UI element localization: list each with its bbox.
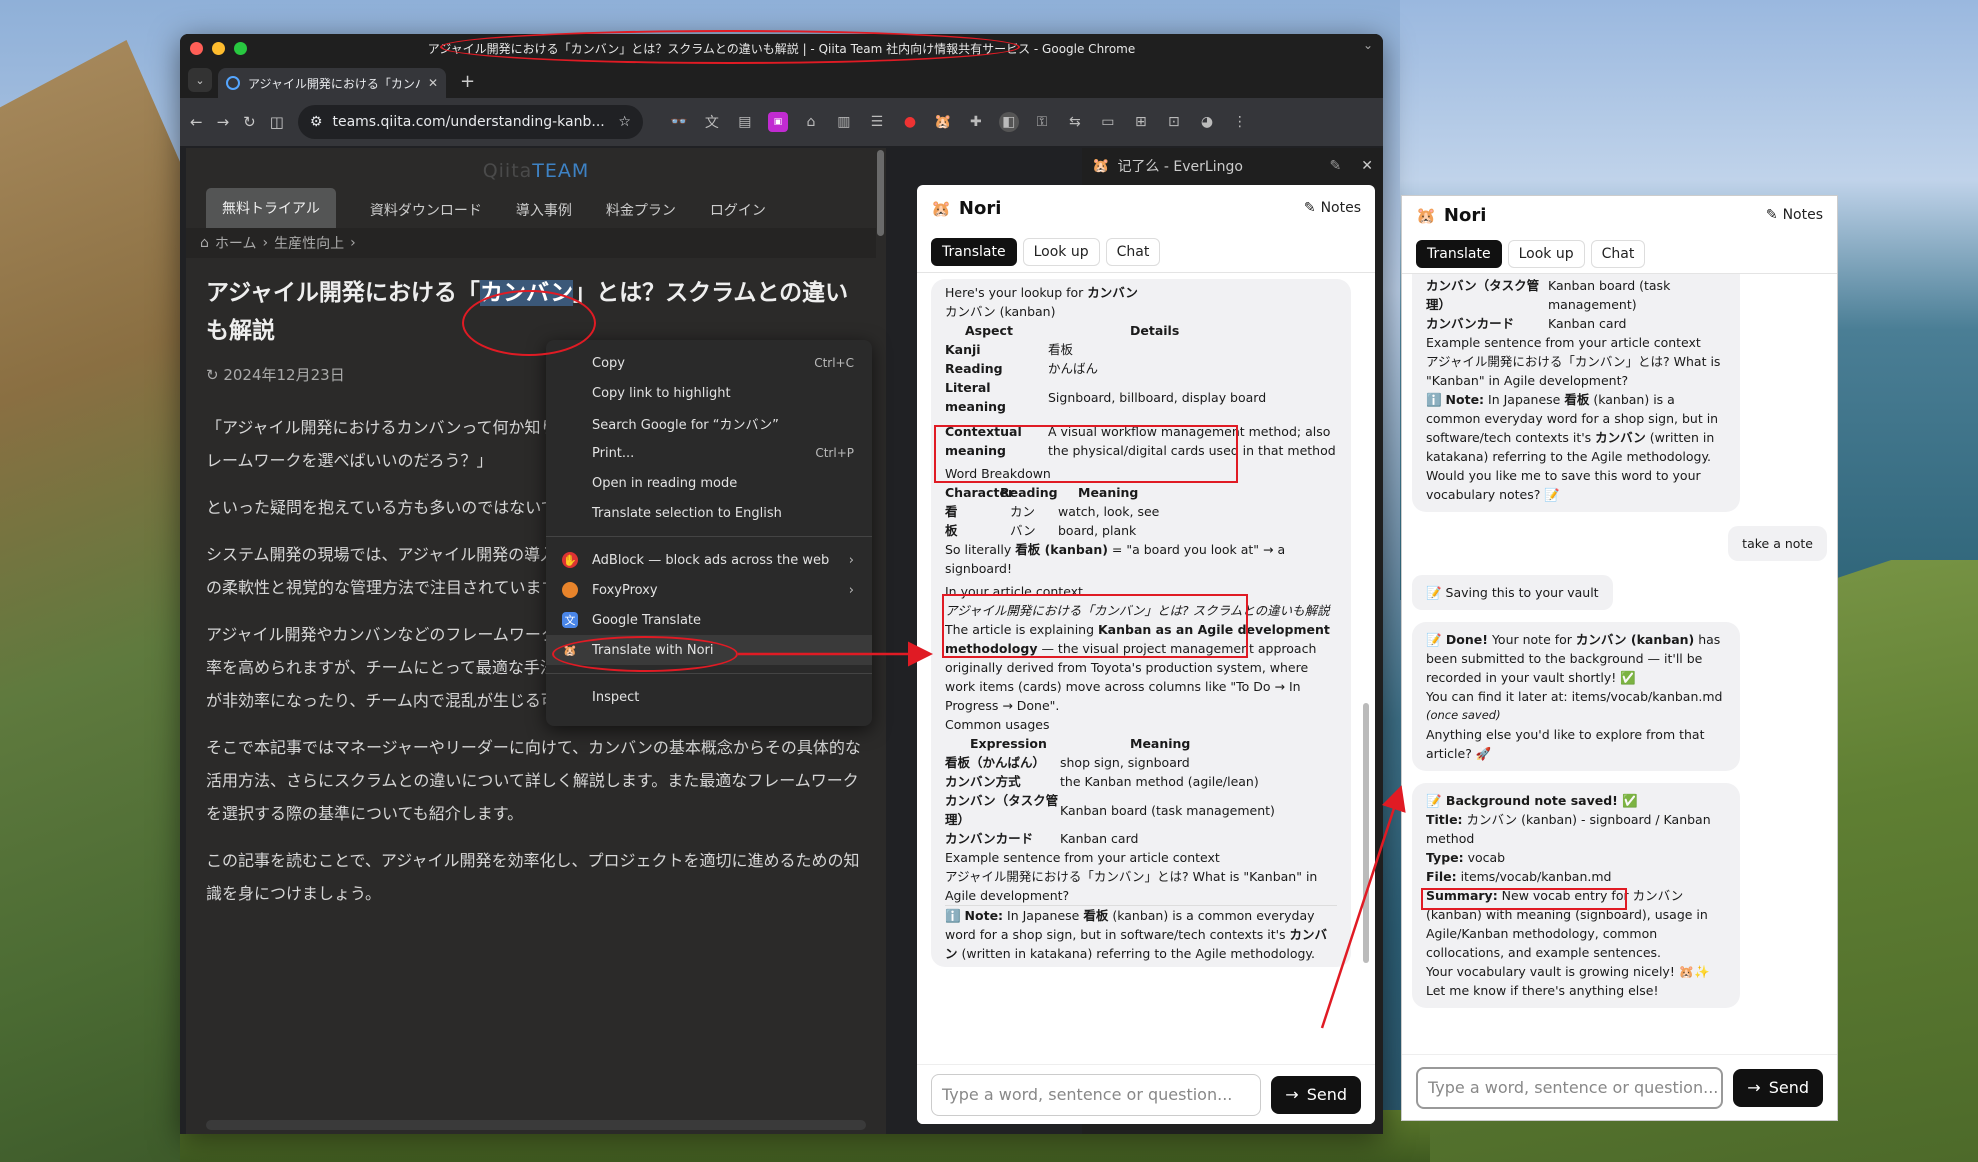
arrow-to-chat [1320,785,1406,1029]
annotation-arrows [738,641,1406,1029]
